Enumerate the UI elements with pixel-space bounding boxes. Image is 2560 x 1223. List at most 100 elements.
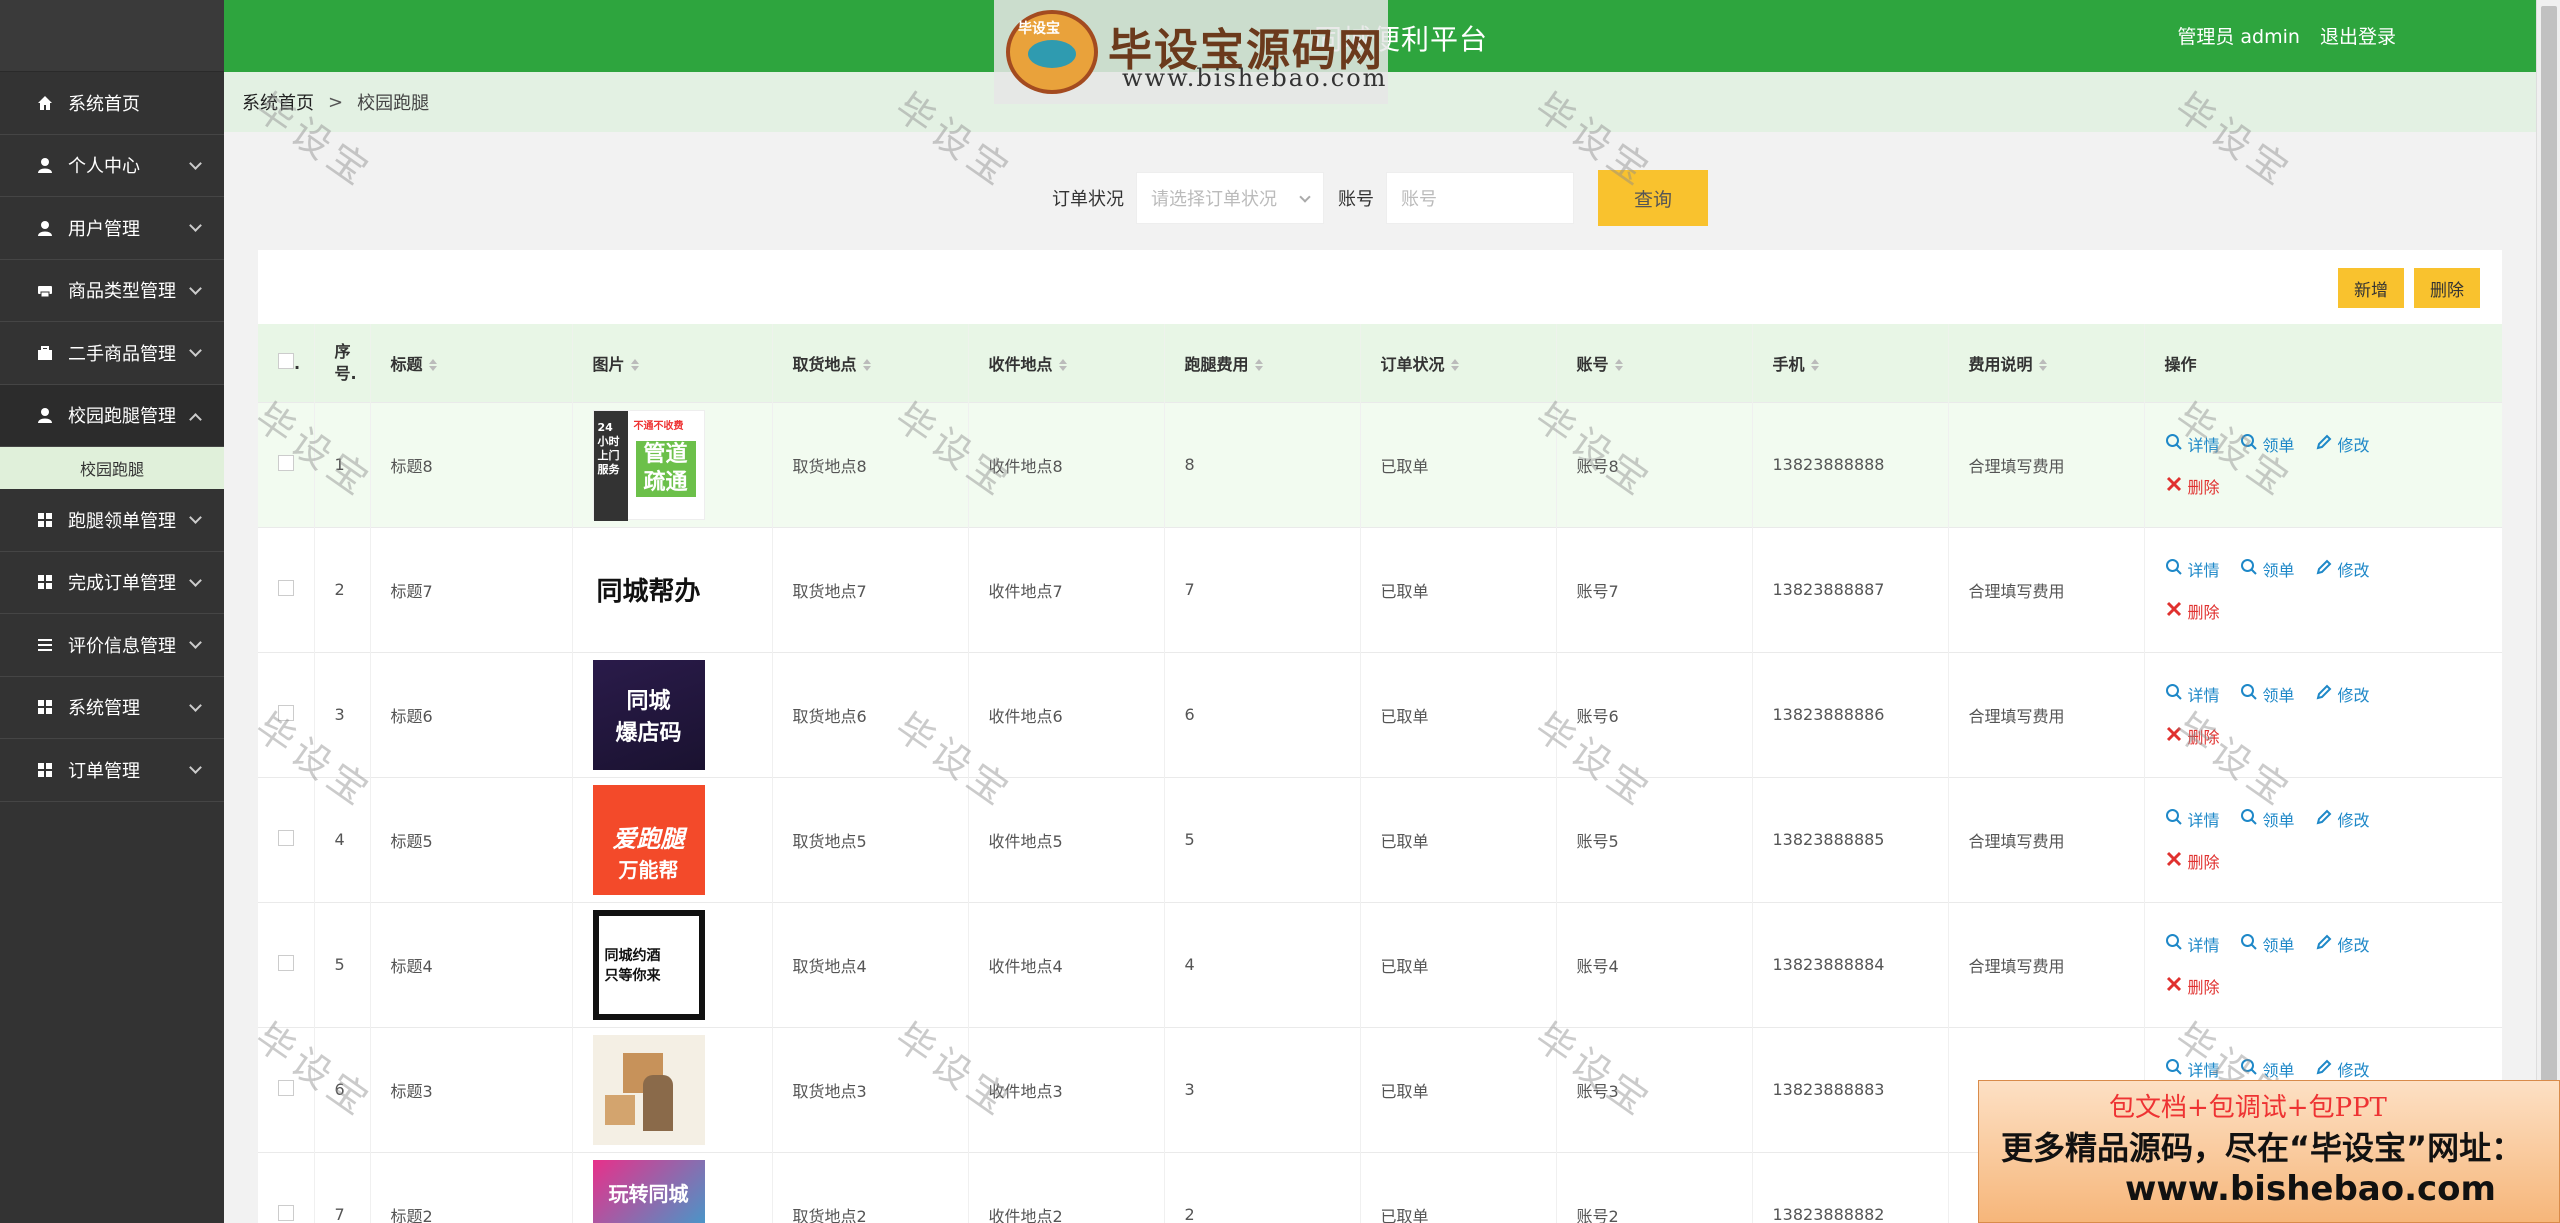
sort-icon[interactable] <box>2039 359 2047 371</box>
sidebar-item-label: 系统首页 <box>68 93 140 115</box>
status-select[interactable]: 请选择订单状况 <box>1136 172 1324 224</box>
table-row[interactable]: 1 标题8 24小时上门服务 不通不收费 管道疏通 取货地点8 收件地点8 8 已取单 账号8 13… <box>258 401 2502 527</box>
column-header-label: 取货地点 <box>792 354 857 374</box>
account-input[interactable]: 账号 <box>1386 172 1574 224</box>
cell-account: 账号2 <box>1556 1151 1753 1223</box>
column-header-3[interactable]: 取货地点 <box>772 324 969 402</box>
row-checkbox[interactable] <box>278 1079 294 1096</box>
cell-title: 标题6 <box>370 651 573 777</box>
image-text-side: 24小时上门服务 <box>597 420 620 476</box>
sidebar-item-2[interactable]: 用户管理 <box>0 197 224 260</box>
breadcrumb-home[interactable]: 系统首页 <box>242 89 314 115</box>
table-row[interactable]: 2 标题7 同城帮办 取货地点7 收件地点7 7 已取单 账号7 13823888887 合理填写… <box>258 526 2502 652</box>
sidebar-item-3[interactable]: 商品类型管理 <box>0 260 224 322</box>
sidebar-item-8[interactable]: 评价信息管理 <box>0 614 224 677</box>
detail-button[interactable]: 详情 <box>2165 1057 2220 1081</box>
cell-select[interactable] <box>258 526 315 652</box>
column-header-9[interactable]: 费用说明 <box>1948 324 2145 402</box>
sort-icon[interactable] <box>1255 359 1263 371</box>
row-checkbox[interactable] <box>278 454 294 471</box>
table-row[interactable]: 3 标题6 同城 爆店码 取货地点6 收件地点6 6 已取单 账号6 13823888886 合理填… <box>258 651 2502 777</box>
sort-icon[interactable] <box>863 359 871 371</box>
row-checkbox[interactable] <box>278 1204 294 1221</box>
sidebar-item-0[interactable]: 系统首页 <box>0 72 224 135</box>
detail-button[interactable]: 详情 <box>2165 432 2220 456</box>
delete-button[interactable]: 删除 <box>2414 268 2480 308</box>
close-icon <box>2165 725 2188 747</box>
take-order-button[interactable]: 领单 <box>2240 557 2295 581</box>
cell-select[interactable] <box>258 776 315 902</box>
column-header-1[interactable]: 标题 <box>370 324 573 402</box>
sidebar-item-1[interactable]: 个人中心 <box>0 135 224 197</box>
edit-button[interactable]: 修改 <box>2315 432 2370 456</box>
take-order-button[interactable]: 领单 <box>2240 1057 2295 1081</box>
take-order-button[interactable]: 领单 <box>2240 682 2295 706</box>
cell-dest: 收件地点2 <box>968 1151 1165 1223</box>
row-checkbox[interactable] <box>278 579 294 596</box>
sidebar-item-9[interactable]: 系统管理 <box>0 677 224 739</box>
cell-title: 标题8 <box>370 401 573 527</box>
page-scrollbar[interactable] <box>2536 0 2560 1223</box>
edit-button[interactable]: 修改 <box>2315 932 2370 956</box>
detail-button[interactable]: 详情 <box>2165 557 2220 581</box>
cell-select[interactable] <box>258 1026 315 1152</box>
sidebar-item-7[interactable]: 完成订单管理 <box>0 552 224 614</box>
edit-button[interactable]: 修改 <box>2315 1057 2370 1081</box>
sort-icon[interactable] <box>1059 359 1067 371</box>
detail-button[interactable]: 详情 <box>2165 807 2220 831</box>
edit-button[interactable]: 修改 <box>2315 682 2370 706</box>
row-checkbox[interactable] <box>278 704 294 721</box>
detail-button[interactable]: 详情 <box>2165 682 2220 706</box>
list-icon <box>36 636 54 654</box>
row-delete-button[interactable]: 删除 <box>2165 599 2220 623</box>
cell-select[interactable] <box>258 1151 315 1223</box>
row-delete-button[interactable]: 删除 <box>2165 849 2220 873</box>
column-header-4[interactable]: 收件地点 <box>968 324 1165 402</box>
logout-link[interactable]: 退出登录 <box>2320 26 2396 48</box>
scrollbar-thumb[interactable] <box>2541 6 2557 1216</box>
select-all-checkbox[interactable] <box>278 352 294 369</box>
column-header-6[interactable]: 订单状况 <box>1360 324 1557 402</box>
column-header-label: 序号. <box>334 341 357 383</box>
table-row[interactable]: 4 标题5 爱跑腿 万能帮 取货地点5 收件地点5 5 已取单 账号5 13823888885 合理… <box>258 776 2502 902</box>
detail-button[interactable]: 详情 <box>2165 932 2220 956</box>
cell-select[interactable] <box>258 901 315 1027</box>
cell-no: 1 <box>314 401 371 527</box>
sidebar-item-4[interactable]: 二手商品管理 <box>0 322 224 385</box>
header-select-all[interactable]: . <box>258 324 315 402</box>
printer-icon <box>36 281 54 299</box>
take-order-button[interactable]: 领单 <box>2240 432 2295 456</box>
sort-icon[interactable] <box>1811 359 1819 371</box>
column-header-5[interactable]: 跑腿费用 <box>1164 324 1361 402</box>
take-order-button[interactable]: 领单 <box>2240 807 2295 831</box>
sidebar-item-6[interactable]: 跑腿领单管理 <box>0 489 224 552</box>
cell-select[interactable] <box>258 651 315 777</box>
sidebar-item-10[interactable]: 订单管理 <box>0 739 224 802</box>
user-icon <box>36 406 54 424</box>
sort-icon[interactable] <box>631 359 639 371</box>
column-header-8[interactable]: 手机 <box>1752 324 1949 402</box>
sidebar-item-5[interactable]: 校园跑腿管理 <box>0 384 224 447</box>
table-row[interactable]: 5 标题4 同城约酒 只等你来 取货地点4 收件地点4 4 已取单 账号4 13823888884… <box>258 901 2502 1027</box>
edit-button[interactable]: 修改 <box>2315 557 2370 581</box>
cell-image: 同城 爆店码 <box>572 651 773 777</box>
sidebar-item-label: 用户管理 <box>68 218 140 240</box>
take-order-button[interactable]: 领单 <box>2240 932 2295 956</box>
cell-select[interactable] <box>258 401 315 527</box>
row-checkbox[interactable] <box>278 954 294 971</box>
row-delete-button[interactable]: 删除 <box>2165 474 2220 498</box>
edit-button[interactable]: 修改 <box>2315 807 2370 831</box>
sort-icon[interactable] <box>1451 359 1459 371</box>
close-icon <box>2165 600 2188 622</box>
sort-icon[interactable] <box>429 359 437 371</box>
query-button[interactable]: 查询 <box>1598 170 1708 226</box>
cell-ops: 详情 领单 修改删除 <box>2144 401 2502 527</box>
row-delete-button[interactable]: 删除 <box>2165 974 2220 998</box>
row-delete-button[interactable]: 删除 <box>2165 724 2220 748</box>
row-checkbox[interactable] <box>278 829 294 846</box>
column-header-2[interactable]: 图片 <box>572 324 773 402</box>
column-header-7[interactable]: 账号 <box>1556 324 1753 402</box>
sidebar-subitem-0[interactable]: 校园跑腿 <box>0 447 224 489</box>
sort-icon[interactable] <box>1615 359 1623 371</box>
add-button[interactable]: 新增 <box>2338 268 2404 308</box>
